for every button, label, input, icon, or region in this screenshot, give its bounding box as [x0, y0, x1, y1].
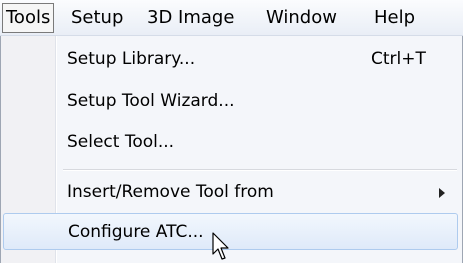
- menu-item-select-tool[interactable]: Select Tool...: [1, 124, 460, 161]
- menu-item-setup-tool-wizard[interactable]: Setup Tool Wizard...: [1, 83, 460, 120]
- menu-help[interactable]: Help: [374, 4, 415, 32]
- menu-separator-highlight: [63, 170, 457, 171]
- menu-tools[interactable]: Tools: [2, 3, 55, 33]
- menu-item-insert-remove-tool[interactable]: Insert/Remove Tool from: [1, 174, 460, 211]
- menu-item-label: Insert/Remove Tool from: [67, 182, 274, 202]
- menu-item-label: Setup Tool Wizard...: [67, 91, 235, 111]
- menu-item-label: Select Tool...: [67, 132, 175, 152]
- menu-bar: Tools Setup 3D Image Window Help: [0, 0, 463, 36]
- app-window: Tools Setup 3D Image Window Help Setup L…: [0, 0, 463, 263]
- menu-3d-image[interactable]: 3D Image: [147, 4, 234, 32]
- menu-item-setup-library[interactable]: Setup Library... Ctrl+T: [1, 41, 460, 78]
- menu-item-label: Configure ATC...: [68, 222, 204, 242]
- submenu-arrow-icon: [439, 188, 445, 198]
- menu-window[interactable]: Window: [266, 4, 337, 32]
- mouse-pointer-icon: [212, 232, 229, 260]
- menu-setup[interactable]: Setup: [71, 4, 123, 32]
- tools-dropdown-menu: Setup Library... Ctrl+T Setup Tool Wizar…: [0, 36, 463, 263]
- menu-item-label: Setup Library...: [67, 49, 196, 69]
- menu-item-shortcut: Ctrl+T: [371, 49, 426, 69]
